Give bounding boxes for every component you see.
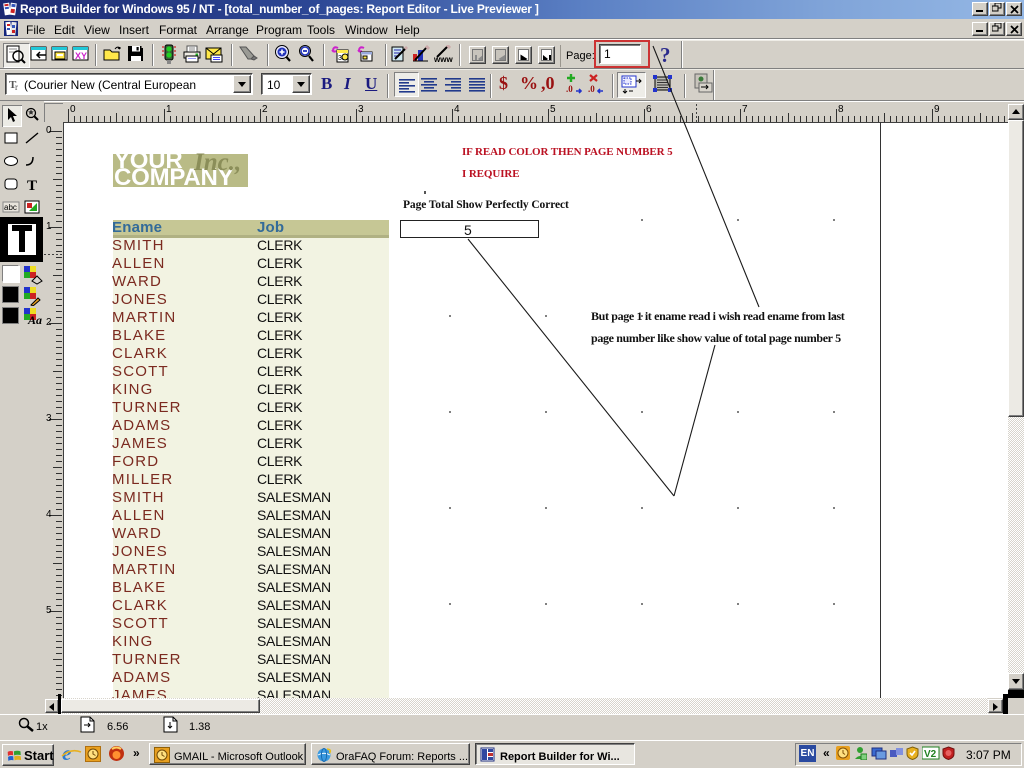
svg-text:.0: .0: [566, 84, 573, 94]
svg-text:T: T: [27, 178, 37, 194]
svg-text:r: r: [15, 82, 18, 91]
svg-text:abc: abc: [4, 203, 17, 212]
svg-text:XY: XY: [75, 51, 87, 61]
svg-text:.0: .0: [588, 84, 595, 94]
svg-text:V2: V2: [924, 749, 937, 760]
svg-text:www: www: [433, 55, 453, 63]
